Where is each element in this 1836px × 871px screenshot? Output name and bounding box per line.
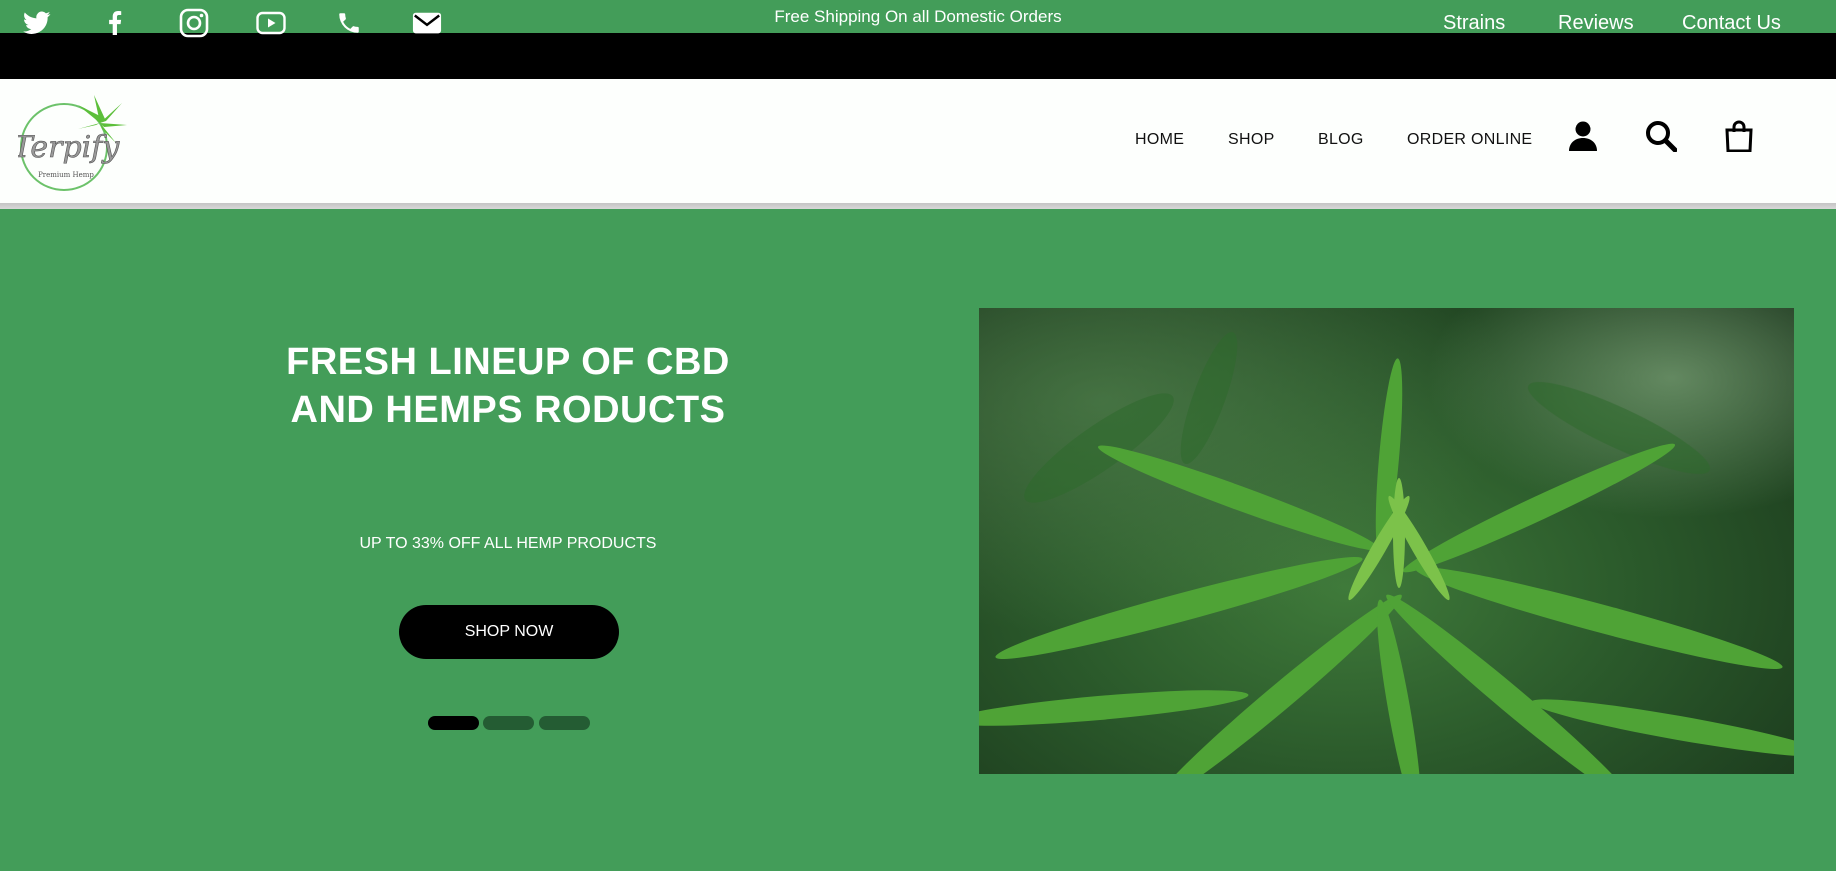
hero-cannabis-image [979,308,1794,774]
shop-now-button[interactable]: SHOP NOW [399,605,619,659]
shopping-bag-icon[interactable] [1722,118,1756,154]
slider-dot-1[interactable] [428,716,479,730]
nav-order-online[interactable]: ORDER ONLINE [1407,131,1532,149]
toplink-reviews[interactable]: Reviews [1558,12,1634,35]
slider-dot-2[interactable] [483,716,534,730]
main-header [0,79,1836,203]
social-bar [0,33,1836,79]
user-icon[interactable] [1566,118,1600,154]
youtube-icon[interactable] [256,9,286,37]
search-icon[interactable] [1644,118,1678,154]
nav-home[interactable]: HOME [1135,131,1184,149]
header-divider [0,203,1836,209]
nav-shop[interactable]: SHOP [1228,131,1275,149]
twitter-icon[interactable] [22,9,52,37]
hero-subtitle: UP TO 33% OFF ALL HEMP PRODUCTS [359,535,657,552]
logo-text: Terpify [18,130,120,165]
toplink-strains[interactable]: Strains [1443,12,1505,35]
email-icon[interactable] [412,9,442,37]
instagram-icon[interactable] [179,8,209,38]
nav-blog[interactable]: BLOG [1318,131,1364,149]
toplink-contact-us[interactable]: Contact Us [1682,12,1781,35]
phone-icon[interactable] [334,9,364,37]
facebook-icon[interactable] [100,9,130,37]
hero-title: FRESH LINEUP OF CBD AND HEMPS RODUCTS [286,341,730,431]
announcement-text: Free Shipping On all Domestic Orders [774,6,1062,26]
slider-dot-3[interactable] [539,716,590,730]
brand-logo[interactable]: Terpify Premium Hemp [12,95,128,195]
logo-tagline: Premium Hemp [38,171,94,179]
